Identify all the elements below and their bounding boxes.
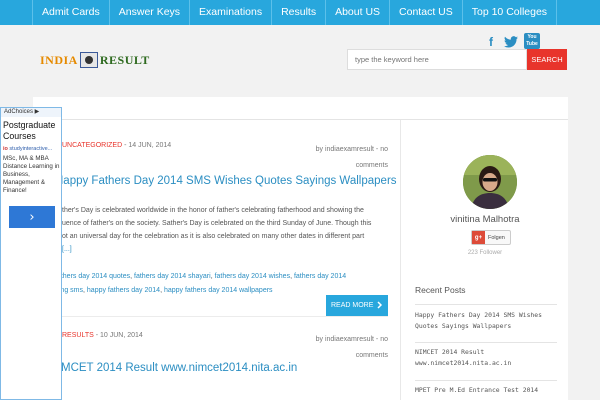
post-meta: UNCATEGORIZED - 14 JUN, 2014 [62, 142, 171, 149]
tag-link[interactable]: fathers day 2014 shayari [134, 273, 211, 280]
follow-label: Folgen [488, 234, 505, 241]
twitter-icon[interactable] [504, 35, 518, 49]
ad-source-text: studyinteractive... [9, 146, 53, 152]
youtube-text-bottom: Tube [526, 41, 538, 47]
post-date: - 10 JUN, 2014 [95, 332, 143, 339]
post-category[interactable]: UNCATEGORIZED [62, 142, 122, 149]
read-more-label: READ MORE [331, 302, 374, 309]
post-byline: by indiaexamresult - no comments [315, 336, 388, 359]
recent-divider [415, 304, 557, 305]
facebook-icon[interactable]: f [484, 35, 498, 49]
search-input[interactable] [347, 49, 527, 70]
tag-link[interactable]: happy fathers day 2014 wallpapers [164, 287, 273, 294]
logo-emblem-icon [79, 52, 98, 68]
post-excerpt: ther's Day is celebrated worldwide in th… [62, 204, 388, 256]
excerpt-line: ther's Day is celebrated worldwide in th… [62, 207, 364, 214]
nav-results[interactable]: Results [272, 0, 327, 25]
post-date: - 14 JUN, 2014 [124, 142, 172, 149]
ad-cta-button[interactable]: › [9, 206, 55, 228]
nav-admit-cards[interactable]: Admit Cards [32, 0, 110, 25]
recent-post-link[interactable]: NIMCET 2014 Result www.nimcet2014.nita.a… [415, 347, 557, 369]
sidebar: vinitina Malhotra g+ Folgen 223 Follower… [400, 120, 568, 400]
post-item: UNCATEGORIZED - 14 JUN, 2014 by indiaexa… [33, 142, 397, 322]
site-logo[interactable]: INDIA RESULT [40, 50, 150, 70]
post-tags: fathers day 2014 quotes, fathers day 201… [55, 273, 347, 294]
read-more-button[interactable]: READ MORE [326, 295, 388, 316]
post-title[interactable]: MCET 2014 Result www.nimcet2014.nita.ac.… [61, 362, 297, 374]
follower-count: 223 Follower [467, 250, 503, 256]
ad-description: MSc, MA & MBA Distance Learning in Busin… [3, 155, 60, 194]
recent-post-link[interactable]: Happy Fathers Day 2014 SMS Wishes Quotes… [415, 310, 557, 332]
content-top-bar [33, 97, 568, 120]
ad-source[interactable]: io studyinteractive... [3, 146, 61, 152]
recent-post-link[interactable]: MPET Pre M.Ed Entrance Test 2014 [415, 385, 557, 397]
content-card: UNCATEGORIZED - 14 JUN, 2014 by indiaexa… [33, 97, 568, 400]
ad-source-icon: io [3, 146, 8, 152]
social-links: f You Tube [484, 33, 540, 49]
post-category[interactable]: RESULTS [62, 332, 94, 339]
top-navigation: Admit Cards Answer Keys Examinations Res… [0, 0, 600, 25]
recent-divider [415, 342, 557, 343]
youtube-text-top: You [527, 34, 537, 40]
nav-contact-us[interactable]: Contact US [390, 0, 463, 25]
post-title[interactable]: Happy Fathers Day 2014 SMS Wishes Quotes… [55, 175, 397, 187]
tag-link[interactable]: happy fathers day 2014 [87, 287, 160, 294]
google-plus-follow-button[interactable]: g+ Folgen [471, 230, 511, 245]
excerpt-more[interactable]: [...] [62, 243, 388, 256]
logo-text-result: RESULT [99, 52, 150, 67]
post-byline: by indiaexamresult - no comments [315, 146, 388, 169]
search-button[interactable]: SEARCH [527, 49, 567, 70]
google-plus-icon: g+ [472, 231, 485, 244]
nav-answer-keys[interactable]: Answer Keys [110, 0, 191, 25]
nav-examinations[interactable]: Examinations [190, 0, 273, 25]
post-divider [33, 316, 388, 317]
post-meta: RESULTS - 10 JUN, 2014 [62, 332, 143, 339]
ad-title[interactable]: Postgraduate Courses [3, 120, 61, 142]
author-avatar[interactable] [463, 155, 517, 209]
chevron-right-icon [377, 300, 383, 311]
youtube-icon[interactable]: You Tube [524, 33, 540, 49]
author-name: vinitina Malhotra [450, 214, 520, 225]
advertisement[interactable]: AdChoices ▶ Postgraduate Courses io stud… [0, 107, 62, 400]
nav-top-10-colleges[interactable]: Top 10 Colleges [463, 0, 558, 25]
tag-link[interactable]: fathers day 2014 [294, 273, 346, 280]
logo-text-india: INDIA [40, 52, 78, 67]
site-header: INDIA RESULT f You Tube SEARCH [0, 25, 600, 97]
search-form: SEARCH [347, 49, 567, 70]
nav-about-us[interactable]: About US [326, 0, 391, 25]
recent-divider [415, 380, 557, 381]
recent-posts-heading: Recent Posts [415, 285, 466, 295]
ad-choices-label[interactable]: AdChoices ▶ [1, 108, 61, 117]
post-item: RESULTS - 10 JUN, 2014 by indiaexamresul… [33, 332, 388, 400]
tag-link[interactable]: fathers day 2014 wishes [215, 273, 291, 280]
excerpt-line: ot an universal day for the celebration … [62, 233, 365, 240]
tag-link[interactable]: fathers day 2014 quotes [55, 273, 130, 280]
excerpt-line: uence of father's on the society. Sather… [62, 220, 372, 227]
